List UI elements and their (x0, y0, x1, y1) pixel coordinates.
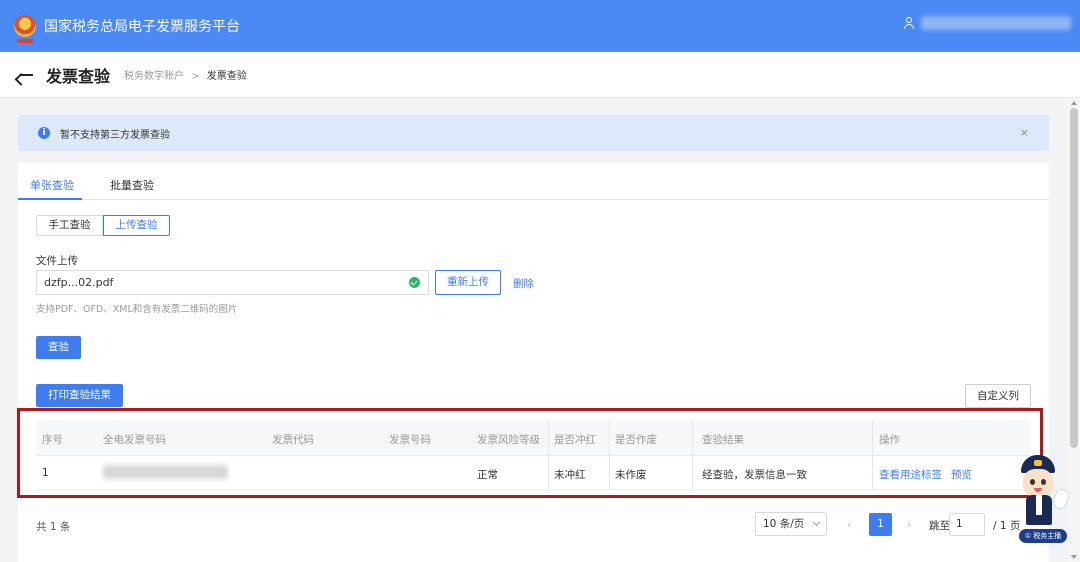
total-count: 共 1 条 (36, 521, 71, 533)
verify-button[interactable]: 查验 (36, 336, 81, 359)
scroll-up-arrow-icon[interactable] (1071, 101, 1077, 105)
jump-to-label: 跳至 (929, 520, 950, 532)
print-result-button[interactable]: 打印查验结果 (36, 384, 123, 407)
mascot-face-icon (1023, 469, 1053, 497)
tab-single-verify[interactable]: 单张查验 (30, 177, 74, 193)
highlight-annotation (17, 408, 1043, 498)
top-bar: 国家税务总局电子发票服务平台 (0, 0, 1080, 52)
back-arrow-icon[interactable] (18, 68, 36, 82)
jump-page-input[interactable]: 1 (949, 513, 985, 536)
app-title: 国家税务总局电子发票服务平台 (44, 19, 240, 35)
active-tab-indicator (18, 198, 82, 200)
mascot-eye-icon (1041, 479, 1046, 485)
assistant-mascot[interactable]: ① 税务主播 (1016, 455, 1072, 545)
uploaded-file-field[interactable]: dzfp...02.pdf (36, 270, 429, 295)
tab-bar: 单张查验 批量查验 (18, 163, 1049, 200)
page-size-value: 10 条/页 (763, 518, 805, 530)
page-number-current[interactable]: 1 (869, 513, 892, 536)
notice-text: 暂不支持第三方发票查验 (60, 129, 170, 141)
chevron-down-icon (812, 518, 821, 527)
customize-columns-button[interactable]: 自定义列 (965, 384, 1031, 408)
upload-verify-toggle[interactable]: 上传查验 (103, 215, 170, 236)
user-icon (903, 17, 915, 29)
page-header: 发票查验 税务数字账户 > 发票查验 (0, 52, 1080, 98)
user-menu[interactable] (903, 16, 1071, 30)
mascot-eye-icon (1030, 479, 1035, 485)
prev-page-button[interactable]: ‹ (847, 518, 851, 531)
breadcrumb-item-current: 发票查验 (206, 71, 247, 82)
breadcrumb-item-account[interactable]: 税务数字账户 (124, 71, 184, 82)
file-upload-label: 文件上传 (36, 255, 78, 267)
delete-file-link[interactable]: 删除 (513, 276, 534, 291)
verify-card: 单张查验 批量查验 手工查验 上传查验 文件上传 dzfp...02.pdf 重… (18, 163, 1049, 562)
mascot-mouth-icon (1034, 488, 1042, 492)
scroll-down-arrow-icon[interactable] (1071, 555, 1077, 559)
breadcrumb: 税务数字账户 > 发票查验 (124, 67, 247, 82)
breadcrumb-separator: > (191, 71, 200, 82)
tax-logo-icon (14, 15, 36, 43)
check-circle-icon (409, 277, 420, 288)
file-name: dzfp...02.pdf (44, 276, 114, 289)
mascot-body-icon (1026, 495, 1052, 525)
upload-hint: 支持PDF、OFD、XML和含有发票二维码的图片 (36, 304, 238, 315)
next-page-button[interactable]: › (907, 518, 911, 531)
assistant-badge[interactable]: ① 税务主播 (1019, 529, 1067, 543)
mascot-hand-icon (1051, 487, 1071, 511)
user-name-redacted (921, 16, 1071, 30)
page-title: 发票查验 (46, 66, 111, 86)
close-icon[interactable]: × (1020, 126, 1029, 139)
scroll-thumb[interactable] (1070, 108, 1078, 448)
info-notice: i 暂不支持第三方发票查验 × (18, 115, 1049, 151)
reupload-button[interactable]: 重新上传 (435, 270, 501, 295)
tab-batch-verify[interactable]: 批量查验 (110, 177, 154, 193)
manual-verify-toggle[interactable]: 手工查验 (36, 215, 103, 236)
page-size-select[interactable]: 10 条/页 (755, 512, 827, 536)
info-icon: i (38, 127, 50, 139)
